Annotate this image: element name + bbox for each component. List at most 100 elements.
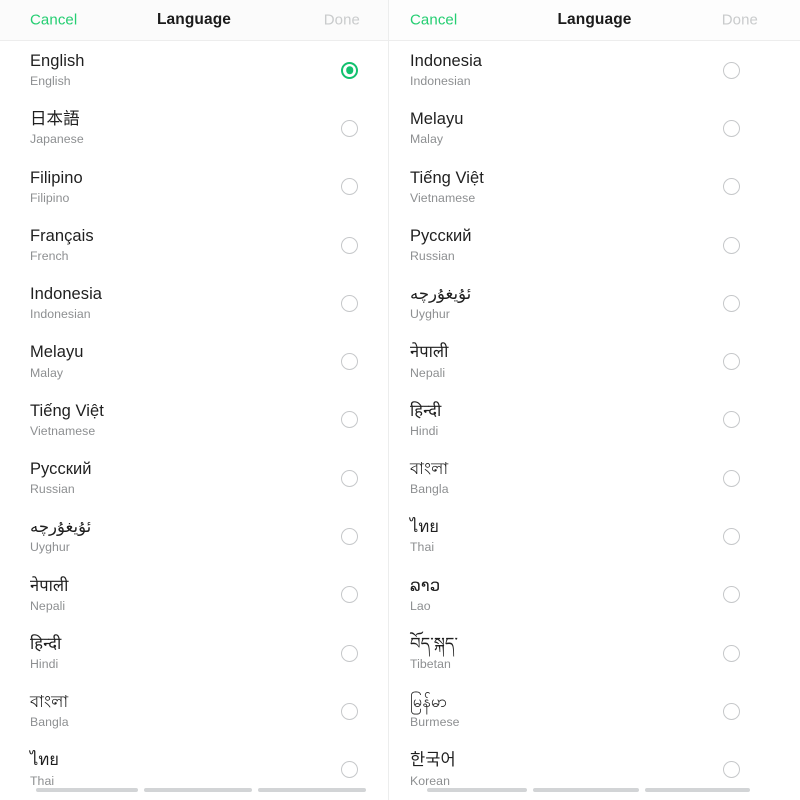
language-row[interactable]: Melayu Malay <box>0 332 388 390</box>
language-english-name: Russian <box>410 248 455 263</box>
language-list-left[interactable]: English English 日本語 Japanese Filipino Filipin… <box>0 41 388 800</box>
radio-button[interactable] <box>341 236 358 254</box>
language-native-name: नेपाली <box>410 343 449 362</box>
language-native-name: नेपाली <box>30 576 69 595</box>
language-row-texts: ئۇيغۇرچە Uyghur <box>30 517 341 555</box>
radio-button[interactable] <box>723 294 740 312</box>
language-native-name: Русский <box>30 459 92 478</box>
radio-button[interactable] <box>723 353 740 371</box>
language-row-texts: ไทย Thai <box>30 750 341 788</box>
language-row[interactable]: नेपाली Nepali <box>389 332 800 390</box>
radio-button-selected[interactable] <box>341 61 358 79</box>
language-english-name: Nepali <box>30 598 66 613</box>
language-row-texts: বাংলা Bangla <box>410 459 723 497</box>
language-row-texts: Tiếng Việt Vietnamese <box>30 401 341 439</box>
language-english-name: Bangla <box>410 482 449 497</box>
language-row[interactable]: 日本語 Japanese <box>0 99 388 157</box>
language-row[interactable]: বাংলা Bangla <box>0 682 388 740</box>
radio-button[interactable] <box>341 528 358 546</box>
language-row[interactable]: हिन्दी Hindi <box>0 624 388 682</box>
radio-button[interactable] <box>341 294 358 312</box>
radio-button[interactable] <box>341 586 358 604</box>
language-row[interactable]: ئۇيغۇرچە Uyghur <box>389 274 800 332</box>
radio-button[interactable] <box>723 644 740 662</box>
language-row[interactable]: Indonesia Indonesian <box>0 274 388 332</box>
page-title: Language <box>557 11 632 28</box>
done-button[interactable]: Done <box>722 13 758 28</box>
language-row-texts: 日本語 Japanese <box>30 109 341 147</box>
language-row[interactable]: বাংলা Bangla <box>389 449 800 507</box>
language-row[interactable]: မြန်မာ Burmese <box>389 682 800 740</box>
language-english-name: Bangla <box>30 715 69 730</box>
language-english-name: English <box>30 74 71 89</box>
language-row[interactable]: Indonesia Indonesian <box>389 41 800 99</box>
language-english-name: Filipino <box>30 190 70 205</box>
radio-button[interactable] <box>341 119 358 137</box>
radio-button[interactable] <box>723 411 740 429</box>
language-native-name: Français <box>30 226 94 245</box>
language-row[interactable]: Filipino Filipino <box>0 158 388 216</box>
language-panel-left: Cancel Language Done English English 日本語 Ja… <box>0 0 388 800</box>
language-native-name: Melayu <box>30 343 84 362</box>
language-native-name: Indonesia <box>410 51 483 70</box>
radio-button[interactable] <box>341 702 358 720</box>
radio-button[interactable] <box>341 411 358 429</box>
navbar-left: Cancel Language Done <box>0 0 388 41</box>
language-list-right[interactable]: Indonesia Indonesian Melayu Malay Tiếng Việt… <box>389 41 800 800</box>
language-native-name: বাংলা <box>30 693 69 712</box>
radio-button[interactable] <box>341 178 358 196</box>
radio-button[interactable] <box>723 178 740 196</box>
language-english-name: Indonesian <box>410 74 471 89</box>
language-row[interactable]: Tiếng Việt Vietnamese <box>389 158 800 216</box>
radio-button[interactable] <box>723 528 740 546</box>
language-native-name: Filipino <box>30 168 83 187</box>
language-row-texts: ไทย Thai <box>410 517 723 555</box>
language-row[interactable]: ไทย Thai <box>389 507 800 565</box>
language-row[interactable]: Русский Russian <box>0 449 388 507</box>
language-english-name: Malay <box>410 132 444 147</box>
radio-button[interactable] <box>341 469 358 487</box>
radio-button[interactable] <box>723 469 740 487</box>
language-row[interactable]: Melayu Malay <box>389 99 800 157</box>
language-native-name: Русский <box>410 226 472 245</box>
radio-button[interactable] <box>723 119 740 137</box>
radio-button[interactable] <box>723 61 740 79</box>
language-english-name: Japanese <box>30 132 84 147</box>
language-native-name: Melayu <box>410 110 464 129</box>
language-row[interactable]: Tiếng Việt Vietnamese <box>0 391 388 449</box>
language-row-texts: Русский Russian <box>410 226 723 264</box>
language-row-texts: Русский Russian <box>30 459 341 497</box>
language-native-name: Tiếng Việt <box>410 168 484 187</box>
radio-button[interactable] <box>723 236 740 254</box>
language-row[interactable]: བོད་སྐད་ Tibetan <box>389 624 800 682</box>
navbar-right: Cancel Language Done <box>389 0 800 41</box>
language-english-name: Vietnamese <box>30 423 96 438</box>
language-english-name: Vietnamese <box>410 190 476 205</box>
radio-button[interactable] <box>341 761 358 779</box>
language-row-texts: English English <box>30 51 341 89</box>
radio-button[interactable] <box>723 761 740 779</box>
language-row[interactable]: 한국어 Korean <box>389 741 800 799</box>
cancel-button[interactable]: Cancel <box>410 13 457 28</box>
cancel-button[interactable]: Cancel <box>30 13 77 28</box>
radio-button[interactable] <box>341 644 358 662</box>
language-row[interactable]: Français French <box>0 216 388 274</box>
language-english-name: Malay <box>30 365 64 380</box>
language-english-name: French <box>30 248 69 263</box>
radio-button[interactable] <box>341 353 358 371</box>
language-row[interactable]: हिन्दी Hindi <box>389 391 800 449</box>
language-row[interactable]: ئۇيغۇرچە Uyghur <box>0 507 388 565</box>
language-row[interactable]: ລາວ Lao <box>389 566 800 624</box>
language-row[interactable]: नेपाली Nepali <box>0 566 388 624</box>
language-english-name: Korean <box>410 773 450 788</box>
language-row[interactable]: English English <box>0 41 388 99</box>
language-row-texts: ລາວ Lao <box>410 576 723 614</box>
done-button[interactable]: Done <box>324 13 360 28</box>
language-english-name: Thai <box>410 540 435 555</box>
language-row[interactable]: ไทย Thai <box>0 741 388 799</box>
radio-button[interactable] <box>723 702 740 720</box>
radio-button[interactable] <box>723 586 740 604</box>
language-row[interactable]: Русский Russian <box>389 216 800 274</box>
language-row-texts: 한국어 Korean <box>410 750 723 788</box>
language-english-name: Hindi <box>30 657 59 671</box>
